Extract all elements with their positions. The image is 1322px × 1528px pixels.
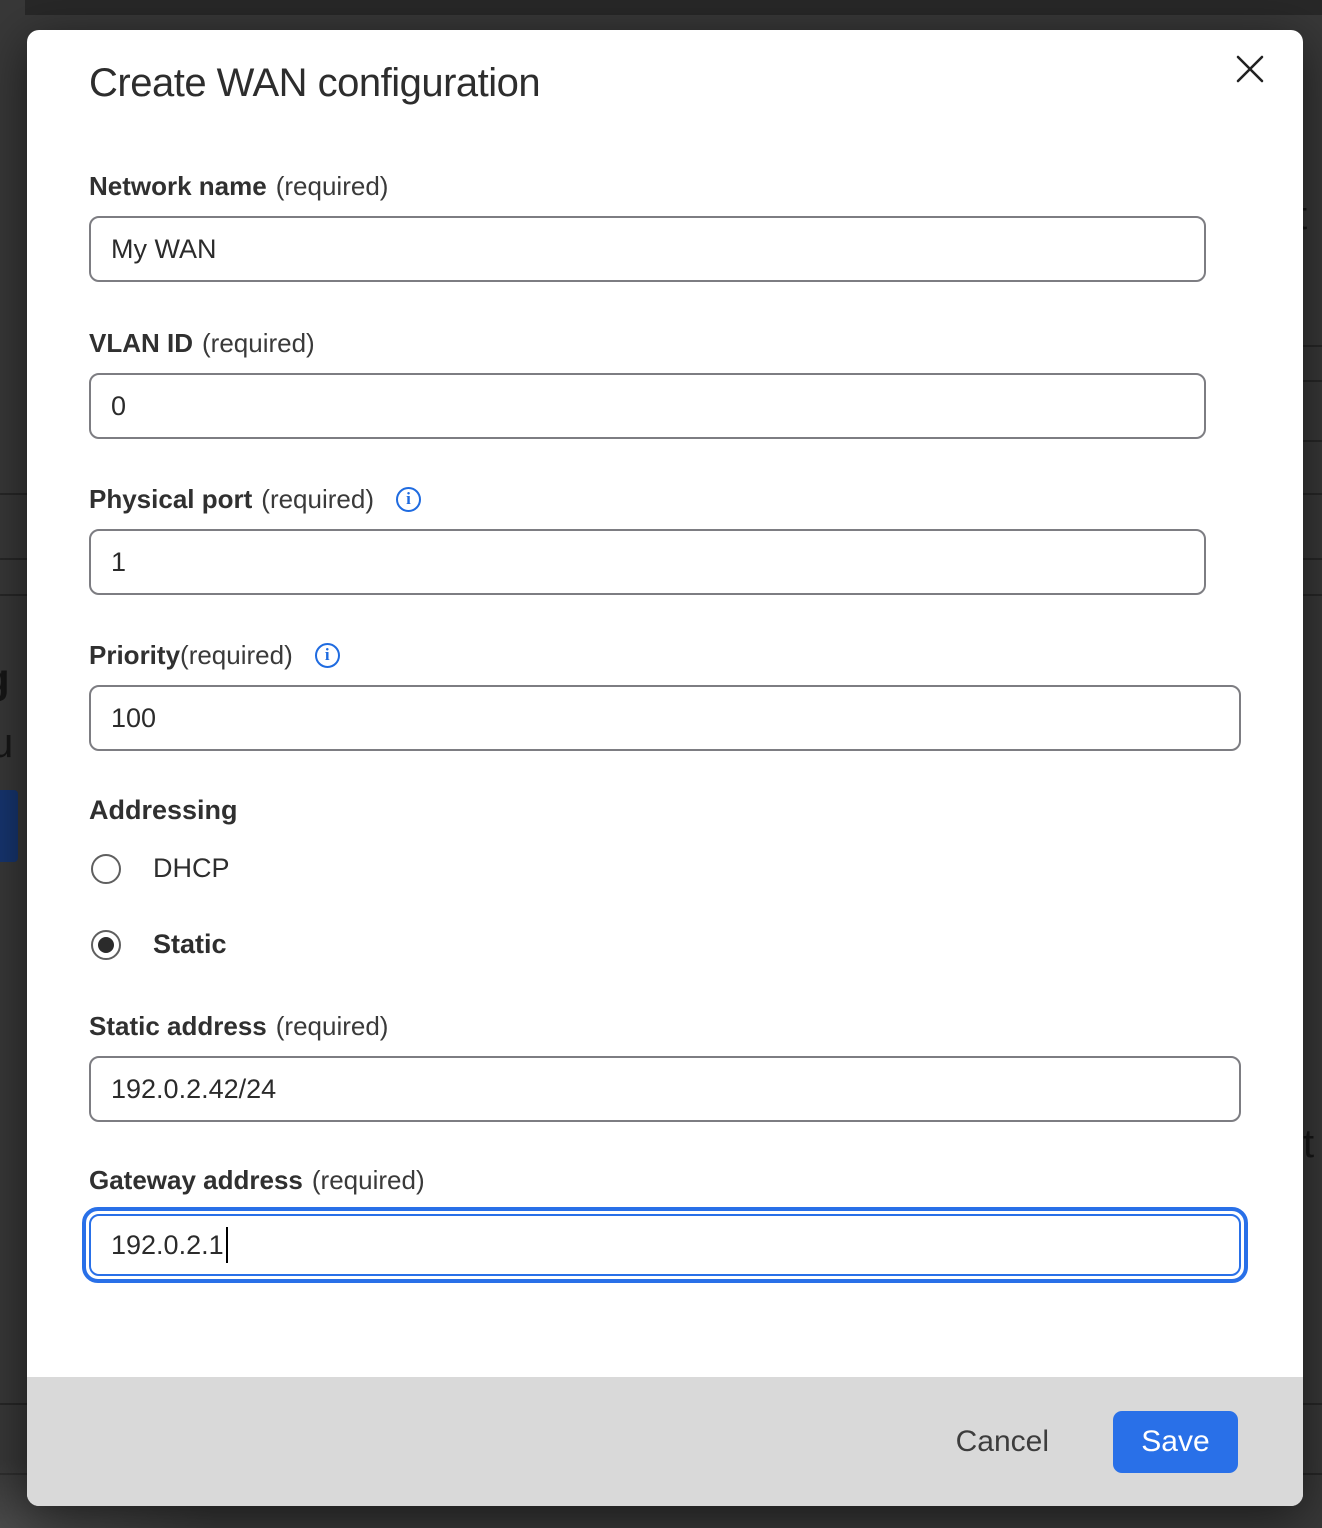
close-icon [1234, 53, 1266, 85]
dialog-body: Create WAN configuration Network name (r… [27, 30, 1303, 1377]
network-name-value: My WAN [111, 234, 216, 265]
background-divider [0, 594, 27, 596]
physical-port-input[interactable]: 1 [89, 529, 1206, 595]
vlan-id-value: 0 [111, 391, 126, 422]
background-blue-button-fragment [0, 790, 18, 862]
gateway-address-focus-ring: 192.0.2.1 [82, 1207, 1248, 1283]
background-divider [1303, 493, 1322, 495]
required-hint: (required) [276, 170, 389, 202]
network-name-label-row: Network name (required) [89, 170, 1241, 202]
vlan-id-label-row: VLAN ID (required) [89, 327, 1241, 359]
priority-input[interactable]: 100 [89, 685, 1241, 751]
addressing-heading: Addressing [89, 794, 1241, 826]
info-icon[interactable] [396, 487, 421, 512]
static-address-group: Static address (required) 192.0.2.42/24 [89, 1010, 1241, 1122]
create-wan-configuration-dialog: Create WAN configuration Network name (r… [27, 30, 1303, 1506]
static-address-label-row: Static address (required) [89, 1010, 1241, 1042]
physical-port-label-row: Physical port (required) [89, 483, 1241, 515]
required-hint: (required) [261, 483, 374, 515]
background-divider [0, 558, 27, 560]
gateway-address-group: Gateway address (required) 192.0.2.1 [89, 1164, 1241, 1283]
background-divider [1303, 1403, 1322, 1405]
static-radio-label: Static [153, 929, 227, 960]
priority-group: Priority (required) 100 [89, 639, 1241, 751]
info-icon[interactable] [315, 643, 340, 668]
dialog-footer: Cancel Save [27, 1377, 1303, 1506]
vlan-id-group: VLAN ID (required) 0 [89, 327, 1241, 439]
background-divider [1303, 594, 1322, 596]
required-hint: (required) [180, 639, 293, 671]
gateway-address-label-row: Gateway address (required) [89, 1164, 1241, 1196]
vlan-id-input[interactable]: 0 [89, 373, 1206, 439]
cancel-button[interactable]: Cancel [942, 1415, 1063, 1469]
addressing-option-dhcp[interactable]: DHCP [91, 853, 1241, 884]
background-text-fragment: t [1303, 1124, 1314, 1164]
save-button[interactable]: Save [1113, 1411, 1238, 1473]
static-address-input[interactable]: 192.0.2.42/24 [89, 1056, 1241, 1122]
background-divider [1303, 345, 1322, 347]
physical-port-value: 1 [111, 547, 126, 578]
background-divider [1303, 380, 1322, 382]
network-name-group: Network name (required) My WAN [89, 170, 1241, 282]
addressing-option-static[interactable]: Static [91, 929, 1241, 960]
radio-selected-icon [91, 930, 121, 960]
required-hint: (required) [276, 1010, 389, 1042]
background-divider [0, 493, 27, 495]
vlan-id-label: VLAN ID [89, 327, 193, 359]
background-divider [1303, 440, 1322, 442]
background-text-fragment: u [0, 722, 13, 764]
required-hint: (required) [312, 1164, 425, 1196]
gateway-address-value: 192.0.2.1 [111, 1230, 224, 1261]
background-page-topbar [25, 0, 1322, 15]
dhcp-radio-label: DHCP [153, 853, 230, 884]
text-cursor [226, 1227, 228, 1263]
background-divider [1303, 558, 1322, 560]
background-divider [0, 1403, 27, 1405]
gateway-address-label: Gateway address [89, 1164, 303, 1196]
network-name-label: Network name [89, 170, 267, 202]
gateway-address-input[interactable]: 192.0.2.1 [89, 1214, 1241, 1276]
priority-label-row: Priority (required) [89, 639, 1241, 671]
priority-label: Priority [89, 639, 180, 671]
dialog-title: Create WAN configuration [89, 60, 1241, 106]
static-address-value: 192.0.2.42/24 [111, 1074, 276, 1105]
radio-unselected-icon [91, 854, 121, 884]
network-name-input[interactable]: My WAN [89, 216, 1206, 282]
background-divider [1303, 1473, 1322, 1475]
physical-port-group: Physical port (required) 1 [89, 483, 1241, 595]
required-hint: (required) [202, 327, 315, 359]
close-button[interactable] [1233, 52, 1267, 86]
static-address-label: Static address [89, 1010, 267, 1042]
background-text-fragment: g [0, 658, 10, 700]
physical-port-label: Physical port [89, 483, 252, 515]
priority-value: 100 [111, 703, 156, 734]
